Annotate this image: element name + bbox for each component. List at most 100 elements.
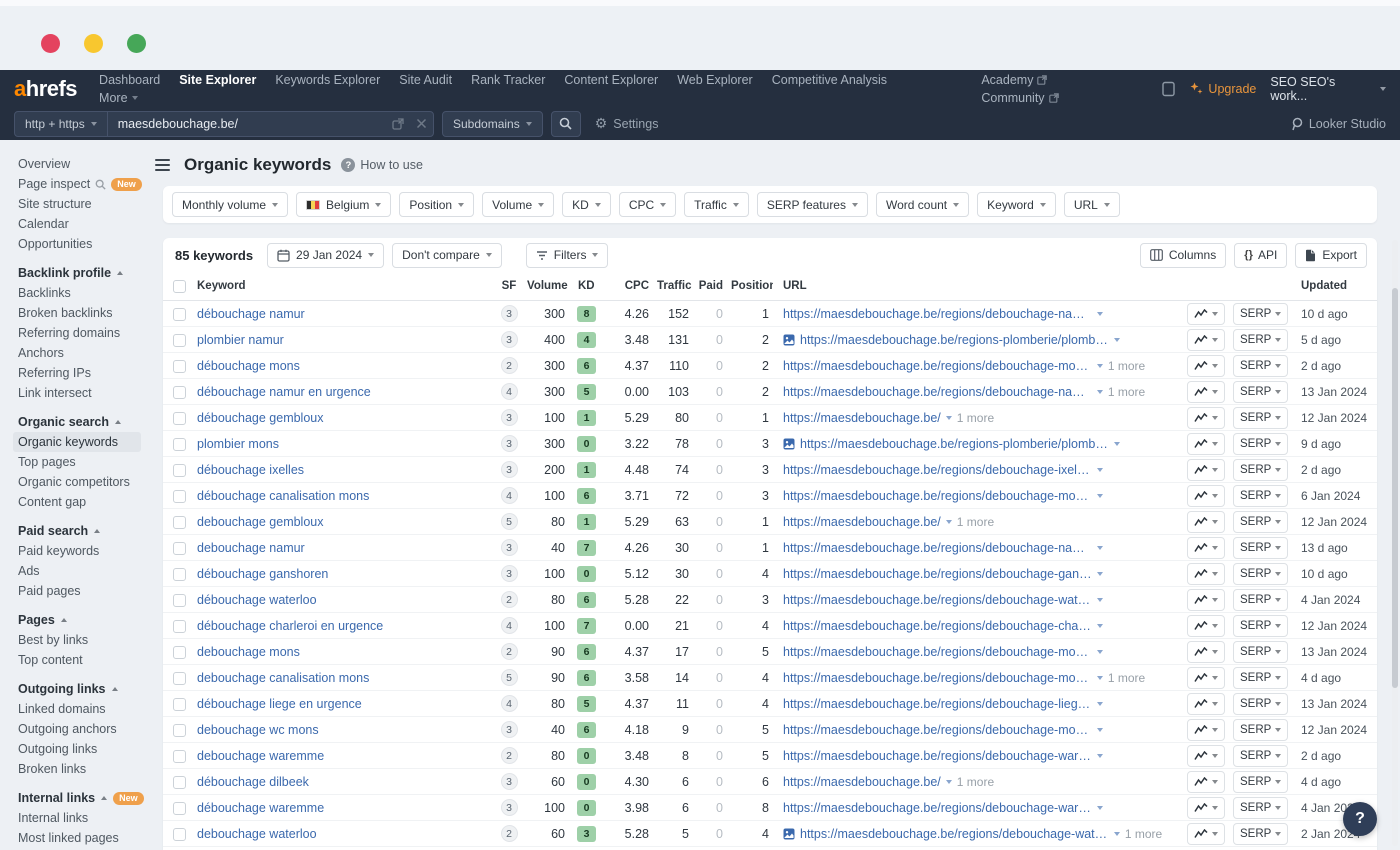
position-history-chart-button[interactable] — [1187, 381, 1225, 403]
position-history-chart-button[interactable] — [1187, 615, 1225, 637]
col-kd[interactable]: KD — [569, 280, 607, 292]
compare-select[interactable]: Don't compare — [392, 243, 502, 268]
position-history-chart-button[interactable] — [1187, 303, 1225, 325]
help-floating-button[interactable]: ? — [1343, 802, 1377, 836]
row-checkbox[interactable] — [173, 438, 186, 451]
position-history-chart-button[interactable] — [1187, 693, 1225, 715]
vertical-scrollbar-track[interactable] — [1392, 240, 1398, 846]
row-checkbox[interactable] — [173, 594, 186, 607]
position-history-chart-button[interactable] — [1187, 797, 1225, 819]
serp-features-badge[interactable]: 4 — [501, 695, 518, 712]
url-chevron-down-icon[interactable] — [1097, 598, 1103, 602]
url-link[interactable]: https://maesdebouchage.be/regions/debouc… — [783, 671, 1092, 685]
serp-button[interactable]: SERP — [1233, 459, 1288, 481]
serp-features-badge[interactable]: 3 — [501, 565, 518, 582]
url-chevron-down-icon[interactable] — [1097, 572, 1103, 576]
serp-button[interactable]: SERP — [1233, 797, 1288, 819]
keyword-link[interactable]: debouchage canalisation mons — [193, 671, 495, 685]
sidebar-item-outgoing-links[interactable]: Outgoing links — [13, 739, 148, 759]
url-chevron-down-icon[interactable] — [946, 520, 952, 524]
url-link[interactable]: https://maesdebouchage.be/regions-plombe… — [800, 333, 1109, 347]
sidebar-section-backlink-profile[interactable]: Backlink profile — [13, 263, 148, 283]
position-history-chart-button[interactable] — [1187, 563, 1225, 585]
serp-features-badge[interactable]: 2 — [501, 747, 518, 764]
keyword-link[interactable]: débouchage gembloux — [193, 411, 495, 425]
row-checkbox[interactable] — [173, 568, 186, 581]
url-link[interactable]: https://maesdebouchage.be/regions/debouc… — [783, 489, 1092, 503]
url-chevron-down-icon[interactable] — [1097, 494, 1103, 498]
api-button[interactable]: { }API — [1234, 243, 1287, 268]
url-link[interactable]: https://maesdebouchage.be/ — [783, 515, 941, 529]
protocol-select[interactable]: http + https — [15, 112, 108, 136]
serp-button[interactable]: SERP — [1233, 563, 1288, 585]
sidebar-item-site-structure[interactable]: Site structure — [13, 194, 148, 214]
menu-hamburger-icon[interactable] — [151, 155, 174, 175]
keyword-link[interactable]: débouchage charleroi en urgence — [193, 619, 495, 633]
url-link[interactable]: https://maesdebouchage.be/regions/debouc… — [783, 619, 1092, 633]
select-all-checkbox[interactable] — [173, 280, 186, 293]
filter-belgium[interactable]: Belgium — [296, 192, 391, 217]
keyword-link[interactable]: débouchage dilbeek — [193, 775, 495, 789]
filter-volume[interactable]: Volume — [482, 192, 554, 217]
url-link[interactable]: https://maesdebouchage.be/regions/debouc… — [783, 697, 1092, 711]
url-more-link[interactable]: 1 more — [1125, 827, 1162, 841]
serp-button[interactable]: SERP — [1233, 485, 1288, 507]
sidebar-item-broken-links[interactable]: Broken links — [13, 759, 148, 779]
serp-button[interactable]: SERP — [1233, 329, 1288, 351]
sidebar-section-outgoing-links[interactable]: Outgoing links — [13, 679, 148, 699]
sidebar-section-pages[interactable]: Pages — [13, 610, 148, 630]
serp-features-badge[interactable]: 5 — [501, 669, 518, 686]
filter-cpc[interactable]: CPC — [619, 192, 676, 217]
url-link[interactable]: https://maesdebouchage.be/regions/debouc… — [783, 593, 1092, 607]
serp-button[interactable]: SERP — [1233, 511, 1288, 533]
serp-features-badge[interactable]: 3 — [501, 331, 518, 348]
export-button[interactable]: Export — [1295, 243, 1367, 268]
keyword-link[interactable]: débouchage ganshoren — [193, 567, 495, 581]
url-chevron-down-icon[interactable] — [1114, 338, 1120, 342]
position-history-chart-button[interactable] — [1187, 537, 1225, 559]
col-keyword[interactable]: Keyword — [193, 280, 495, 292]
sidebar-item-opportunities[interactable]: Opportunities — [13, 234, 148, 254]
serp-button[interactable]: SERP — [1233, 537, 1288, 559]
col-sf[interactable]: SF — [495, 280, 523, 292]
keyword-link[interactable]: debouchage waterloo — [193, 827, 495, 841]
tablet-icon[interactable] — [1161, 81, 1176, 97]
row-checkbox[interactable] — [173, 386, 186, 399]
position-history-chart-button[interactable] — [1187, 355, 1225, 377]
sidebar-item-paid-keywords[interactable]: Paid keywords — [13, 541, 148, 561]
url-chevron-down-icon[interactable] — [1097, 364, 1103, 368]
sidebar-item-top-pages[interactable]: Top pages — [13, 452, 148, 472]
sidebar-item-overview[interactable]: Overview — [13, 154, 148, 174]
filter-serp-features[interactable]: SERP features — [757, 192, 868, 217]
sidebar-item-outgoing-anchors[interactable]: Outgoing anchors — [13, 719, 148, 739]
row-checkbox[interactable] — [173, 620, 186, 633]
position-history-chart-button[interactable] — [1187, 433, 1225, 455]
url-chevron-down-icon[interactable] — [1097, 624, 1103, 628]
sidebar-item-linked-domains[interactable]: Linked domains — [13, 699, 148, 719]
serp-features-badge[interactable]: 3 — [501, 539, 518, 556]
row-checkbox[interactable] — [173, 334, 186, 347]
col-url[interactable]: URL — [773, 280, 1183, 292]
settings-button[interactable]: ⚙Settings — [595, 115, 659, 132]
row-checkbox[interactable] — [173, 490, 186, 503]
nav-item-web-explorer[interactable]: Web Explorer — [677, 73, 753, 87]
serp-features-badge[interactable]: 4 — [501, 383, 518, 400]
url-chevron-down-icon[interactable] — [1097, 806, 1103, 810]
serp-features-badge[interactable]: 2 — [501, 357, 518, 374]
url-link[interactable]: https://maesdebouchage.be/regions/debouc… — [783, 359, 1092, 373]
url-more-link[interactable]: 1 more — [1108, 359, 1145, 373]
row-checkbox[interactable] — [173, 698, 186, 711]
nav-item-more[interactable]: More — [99, 91, 137, 105]
keyword-link[interactable]: débouchage namur en urgence — [193, 385, 495, 399]
serp-features-badge[interactable]: 3 — [501, 461, 518, 478]
sidebar-item-ads[interactable]: Ads — [13, 561, 148, 581]
keyword-link[interactable]: débouchage waterloo — [193, 593, 495, 607]
search-button[interactable] — [551, 111, 581, 137]
keyword-link[interactable]: débouchage waremme — [193, 801, 495, 815]
sidebar-item-calendar[interactable]: Calendar — [13, 214, 148, 234]
sidebar-section-organic-search[interactable]: Organic search — [13, 412, 148, 432]
nav-item-rank-tracker[interactable]: Rank Tracker — [471, 73, 545, 87]
url-chevron-down-icon[interactable] — [1097, 468, 1103, 472]
date-picker-button[interactable]: 29 Jan 2024 — [267, 243, 384, 268]
serp-button[interactable]: SERP — [1233, 693, 1288, 715]
